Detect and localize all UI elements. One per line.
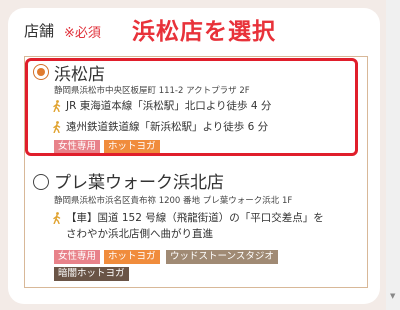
annotation-text: 浜松店を選択: [132, 19, 276, 45]
tag-women-only: 女性専用: [54, 140, 101, 154]
radio-hamamatsu[interactable]: [33, 64, 49, 80]
scroll-down-arrow-icon[interactable]: ▼: [390, 292, 395, 300]
tag-women-only: 女性専用: [54, 250, 101, 264]
person-walking-icon: [53, 120, 61, 133]
scrollbar[interactable]: [386, 0, 400, 310]
store-field-label: 店舗: [24, 22, 55, 40]
store-address-hamamatsu: 静岡県浜松市中央区板屋町 111-2 アクトプラザ 2F: [54, 86, 250, 96]
store-name-hamamatsu: 浜松店: [54, 65, 105, 85]
access-text: 【車】国道 152 号線（飛龍街道）の「平口交差点」を: [66, 212, 324, 224]
access-text: 遠州鉄道鉄道線「新浜松駅」より徒歩 6 分: [66, 121, 269, 133]
person-walking-icon: [53, 99, 61, 112]
store-name-hamakita: プレ葉ウォーク浜北店: [54, 173, 224, 193]
access-text: JR 東海道本線「浜松駅」北口より徒歩 4 分: [66, 100, 272, 112]
access-line-2: 遠州鉄道鉄道線「新浜松駅」より徒歩 6 分: [52, 119, 268, 134]
tag-woodstone-studio: ウッドストーンスタジオ: [166, 250, 278, 264]
store-address-hamakita: 静岡県浜松市浜名区貴布祢 1200 番地 プレ葉ウォーク浜北 1F: [54, 196, 293, 206]
access-line-1: JR 東海道本線「浜松駅」北口より徒歩 4 分: [52, 98, 271, 113]
tag-hot-yoga: ホットヨガ: [104, 250, 160, 264]
car-icon: [53, 211, 61, 224]
tag-hot-yoga: ホットヨガ: [104, 140, 160, 154]
access-car-line: 【車】国道 152 号線（飛龍街道）の「平口交差点」を: [52, 210, 324, 225]
tag-dark-hot-yoga: 暗闇ホットヨガ: [54, 267, 129, 281]
required-marker: ※必須: [64, 26, 101, 41]
radio-hamakita[interactable]: [33, 174, 49, 190]
access-car-line-2: さわやか浜北店側へ曲がり直進: [66, 228, 213, 240]
